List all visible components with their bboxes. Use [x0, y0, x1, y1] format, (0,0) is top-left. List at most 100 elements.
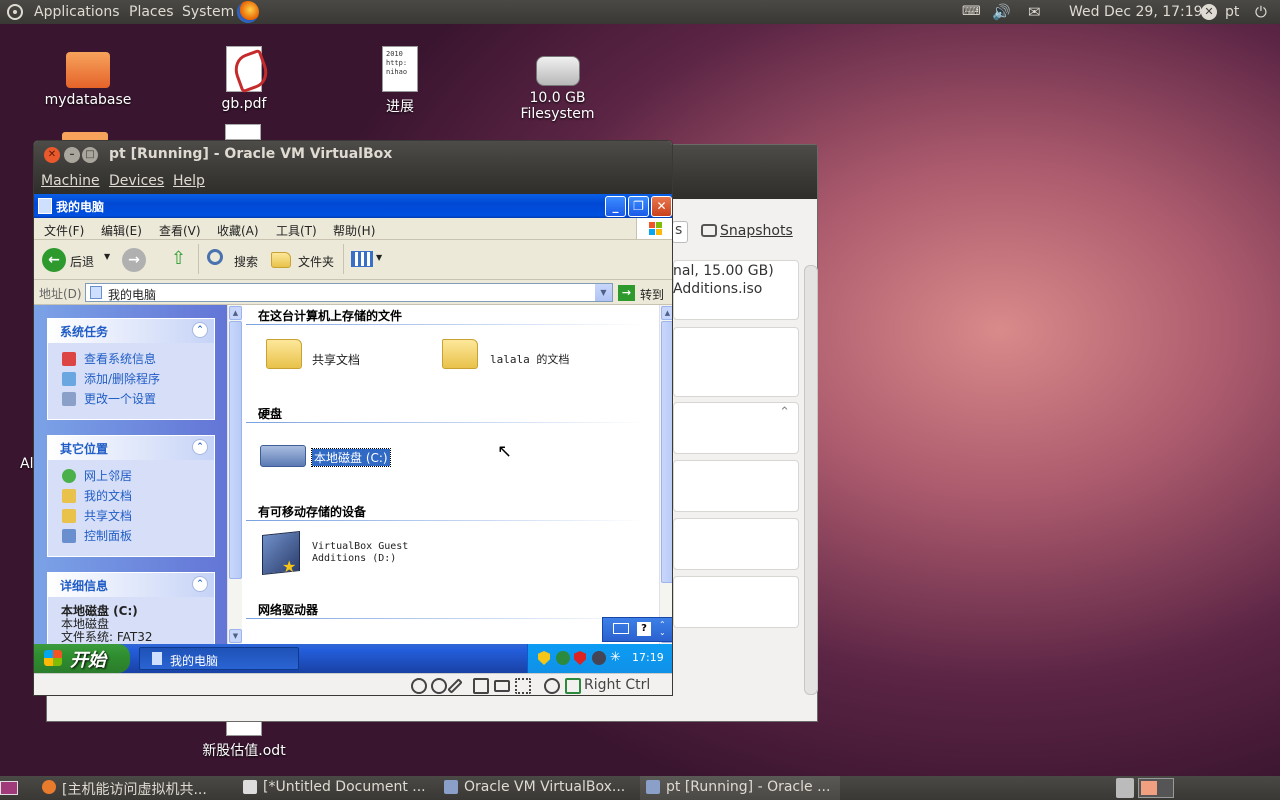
places-menu[interactable]: Places — [129, 4, 174, 20]
manager-scrollbar[interactable] — [804, 265, 818, 695]
desktop-icon-progress[interactable]: 2010 http: nihao 进展 — [345, 46, 455, 116]
devices-menu[interactable]: Devices — [109, 173, 164, 189]
scroll-down-icon[interactable]: ▼ — [229, 629, 242, 643]
xp-close-button[interactable]: ✕ — [651, 196, 672, 217]
langbar-options-icon[interactable]: ⌃ ⌄ — [659, 621, 666, 637]
close-button[interactable]: ✕ — [44, 147, 60, 163]
go-button-label[interactable]: 转到 — [640, 286, 664, 303]
network-tray-icon[interactable] — [556, 651, 570, 665]
folders-icon[interactable] — [271, 252, 291, 268]
ubuntu-logo-icon[interactable] — [7, 4, 23, 20]
virtualbox-tray-icon[interactable] — [592, 651, 606, 665]
capture-status-icon[interactable] — [515, 678, 531, 694]
task-link-change-setting[interactable]: 更改一个设置 — [48, 389, 214, 409]
collapse-chevron-icon[interactable]: ⌃ — [192, 576, 208, 592]
user-status-icon[interactable]: ✕ — [1201, 4, 1217, 20]
back-button-label[interactable]: 后退 — [70, 253, 94, 270]
network-status-icon[interactable] — [473, 678, 489, 694]
task-link-control-panel[interactable]: 控制面板 — [48, 526, 214, 546]
menu-tools[interactable]: 工具(T) — [276, 222, 317, 239]
system-menu[interactable]: System — [182, 4, 234, 20]
minimize-button[interactable]: – — [64, 147, 80, 163]
search-icon[interactable] — [207, 249, 223, 265]
manager-tab-partial[interactable]: s — [672, 221, 688, 243]
menu-help[interactable]: 帮助(H) — [333, 222, 375, 239]
keyboard-capture-icon[interactable] — [565, 678, 581, 694]
harddisk-status-icon[interactable] — [411, 678, 427, 694]
start-button[interactable]: 开始 — [34, 644, 130, 673]
up-folder-icon[interactable]: ⇧ — [171, 248, 186, 269]
menu-edit[interactable]: 编辑(E) — [101, 222, 142, 239]
mail-icon[interactable]: ✉ — [1028, 3, 1041, 21]
show-desktop-icon[interactable] — [0, 781, 18, 795]
clock[interactable]: Wed Dec 29, 17:19 — [1069, 4, 1203, 20]
mouse-integration-icon[interactable] — [544, 678, 560, 694]
views-dropdown-icon[interactable]: ▼ — [376, 253, 382, 262]
shared-folders-icon[interactable] — [494, 680, 510, 692]
security-shield-icon[interactable] — [538, 651, 550, 665]
keyboard-icon[interactable]: ⌨ — [962, 4, 981, 19]
task-link-add-remove[interactable]: 添加/删除程序 — [48, 369, 214, 389]
local-disk-item[interactable]: 本地磁盘 (C:) — [311, 448, 391, 467]
views-icon[interactable] — [351, 251, 373, 267]
task-link-shared-documents[interactable]: 共享文档 — [48, 506, 214, 526]
workspace-switcher[interactable] — [1138, 778, 1174, 798]
update-icon[interactable]: ✳ — [610, 650, 621, 665]
cd-drive-label-1[interactable]: VirtualBox Guest — [312, 541, 408, 552]
taskbar-item-vbox-manager[interactable]: Oracle VM VirtualBox... — [438, 776, 638, 800]
usb-status-icon[interactable] — [447, 678, 463, 694]
menu-view[interactable]: 查看(V) — [159, 222, 201, 239]
scroll-thumb[interactable] — [229, 321, 242, 579]
scroll-up-icon[interactable]: ▲ — [229, 306, 242, 320]
back-dropdown-icon[interactable]: ▼ — [104, 252, 110, 261]
shared-documents-item[interactable]: 共享文档 — [312, 351, 360, 368]
forward-arrow-icon[interactable]: → — [122, 248, 146, 272]
keyboard-icon[interactable] — [613, 623, 629, 634]
taskbar-item-vm[interactable]: pt [Running] - Oracle ... — [640, 776, 840, 800]
panel-header[interactable]: 其它位置 ⌃ — [48, 436, 214, 460]
folders-button-label[interactable]: 文件夹 — [298, 253, 334, 270]
firewall-icon[interactable] — [574, 651, 586, 665]
taskbar-item-gedit[interactable]: [*Untitled Document ... — [237, 776, 432, 800]
power-icon[interactable]: ⏻ — [1255, 3, 1267, 21]
language-bar[interactable]: ? ⌃ ⌄ — [602, 617, 672, 642]
folder-icon[interactable] — [442, 339, 478, 369]
task-pane-scrollbar[interactable]: ▲ ▼ — [227, 305, 242, 644]
xp-restore-button[interactable]: ❐ — [628, 196, 649, 217]
desktop-icon-filesystem[interactable]: 10.0 GB Filesystem — [495, 46, 620, 122]
folder-icon[interactable] — [266, 339, 302, 369]
desktop-icon-mydatabase[interactable]: mydatabase — [33, 46, 143, 108]
back-arrow-icon[interactable]: ← — [42, 248, 66, 272]
panel-header[interactable]: 详细信息 ⌃ — [48, 573, 214, 597]
tray-clock[interactable]: 17:19 — [632, 651, 664, 664]
pdf-icon[interactable] — [225, 124, 261, 140]
scroll-thumb[interactable] — [661, 321, 672, 583]
file-view[interactable]: 在这台计算机上存储的文件 共享文档 lalala 的文档 硬盘 本地磁盘 (C:… — [242, 305, 659, 644]
help-menu[interactable]: Help — [173, 173, 205, 189]
applications-menu[interactable]: Applications — [34, 4, 120, 20]
collapse-chevron-icon[interactable]: ⌃ — [192, 322, 208, 338]
panel-header[interactable]: 系统任务 ⌃ — [48, 319, 214, 343]
firefox-launcher-icon[interactable] — [237, 1, 259, 23]
harddisk-icon[interactable] — [260, 445, 306, 467]
address-input[interactable]: 我的电脑 ▼ — [85, 283, 613, 302]
user-documents-item[interactable]: lalala 的文档 — [490, 351, 569, 367]
vm-window[interactable]: ✕ – □ pt [Running] - Oracle VM VirtualBo… — [33, 140, 673, 696]
taskbar-my-computer[interactable]: 我的电脑 — [139, 647, 299, 670]
search-button-label[interactable]: 搜索 — [234, 253, 258, 270]
task-link-my-documents[interactable]: 我的文档 — [48, 486, 214, 506]
address-dropdown-icon[interactable]: ▼ — [595, 284, 612, 301]
guest-screen[interactable]: 我的电脑 _ ❐ ✕ 文件(F) 编辑(E) 查看(V) 收藏(A) 工具(T)… — [34, 194, 672, 673]
desktop-icon-gb-pdf[interactable]: gb.pdf — [189, 46, 299, 112]
xp-titlebar[interactable]: 我的电脑 _ ❐ ✕ — [34, 194, 672, 218]
volume-icon[interactable]: 🔊 — [992, 3, 1011, 21]
maximize-button[interactable]: □ — [82, 147, 98, 163]
help-icon[interactable]: ? — [637, 622, 651, 636]
task-link-network[interactable]: 网上邻居 — [48, 466, 214, 486]
cd-drive-label-2[interactable]: Additions (D:) — [312, 553, 396, 564]
vm-titlebar[interactable]: ✕ – □ pt [Running] - Oracle VM VirtualBo… — [34, 141, 672, 169]
xp-minimize-button[interactable]: _ — [605, 196, 626, 217]
go-arrow-icon[interactable]: → — [618, 285, 635, 301]
machine-menu[interactable]: Machine — [41, 173, 100, 189]
file-view-scrollbar[interactable]: ▲ ▼ — [659, 305, 672, 644]
